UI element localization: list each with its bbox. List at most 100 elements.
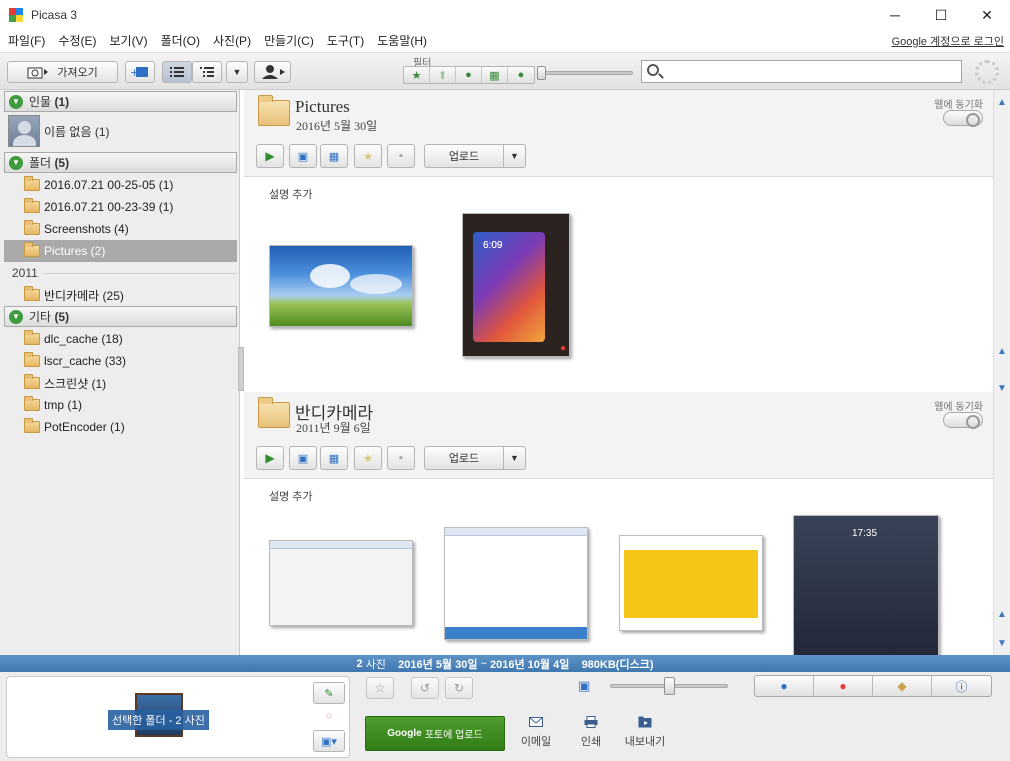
screenshot-thumbnail-yellow[interactable] xyxy=(619,535,763,631)
folder-item[interactable]: tmp (1) xyxy=(4,394,237,416)
export-button[interactable]: 내보내기 xyxy=(622,716,668,750)
screenshot-thumbnail-phone[interactable]: 17:35 xyxy=(793,515,939,655)
upload-dropdown[interactable]: ▼ xyxy=(503,144,526,168)
google-login-link[interactable]: Google 계정으로 로그인 xyxy=(892,33,1004,49)
menu-picture[interactable]: 사진(P) xyxy=(213,32,251,49)
folder-item[interactable]: 2016.07.21 00-25-05 (1) xyxy=(4,174,237,196)
rotate-right-button[interactable]: ↻ xyxy=(445,677,473,699)
folder-item[interactable]: dlc_cache (18) xyxy=(4,328,237,350)
close-button[interactable]: ✕ xyxy=(964,0,1010,30)
collage-button[interactable]: ▦ xyxy=(320,446,348,470)
share-button[interactable] xyxy=(254,61,291,83)
add-description[interactable]: 설명 추가 xyxy=(269,488,313,504)
photo-thumbnail-phone[interactable]: 6:09 ● xyxy=(462,213,570,357)
starred-filter-button[interactable]: ★ xyxy=(404,67,430,83)
library-view-button[interactable] xyxy=(162,61,192,83)
upload-dropdown[interactable]: ▼ xyxy=(503,446,526,470)
import-button[interactable]: 가져오기 xyxy=(7,61,118,83)
scroll-top-arrow-icon[interactable]: ▲ xyxy=(994,94,1010,110)
date-filter-slider[interactable] xyxy=(541,71,633,75)
uploaded-filter-button[interactable]: ⬆ xyxy=(430,67,456,83)
menu-view[interactable]: 보기(V) xyxy=(109,32,147,49)
folder-item[interactable]: 스크린샷 (1) xyxy=(4,372,237,394)
save-button[interactable]: ▪ xyxy=(387,144,415,168)
print-button[interactable]: 인쇄 xyxy=(568,716,614,750)
faces-filter-button[interactable]: ● xyxy=(456,67,482,83)
folder-item-selected[interactable]: Pictures (2) xyxy=(4,240,237,262)
save-button[interactable]: ▪ xyxy=(387,446,415,470)
phone-time-label: 6:09 xyxy=(483,240,503,251)
maximize-button[interactable]: ☐ xyxy=(918,0,964,30)
screenshot-thumbnail-img-to-iso[interactable] xyxy=(269,540,413,626)
add-to-album-tray-button[interactable]: ▣▾ xyxy=(313,730,345,752)
slideshow-button[interactable]: ▶ xyxy=(256,144,284,168)
folder-label: 스크린샷 (1) xyxy=(44,376,107,391)
folders-section-header[interactable]: ▼ 폴더 (5) xyxy=(4,152,237,173)
clear-button[interactable]: ○ xyxy=(313,705,345,727)
menu-file[interactable]: 파일(F) xyxy=(8,32,45,49)
slideshow-button[interactable]: ▶ xyxy=(256,446,284,470)
camera-icon xyxy=(27,67,49,79)
scroll-up-arrow-icon[interactable]: ▲ xyxy=(994,606,1010,622)
folder-item[interactable]: lscr_cache (33) xyxy=(4,350,237,372)
hold-button[interactable]: ✎ xyxy=(313,682,345,704)
view-options-dropdown[interactable]: ▼ xyxy=(226,61,248,83)
folder-item[interactable]: PotEncoder (1) xyxy=(4,416,237,438)
google-photos-upload-button[interactable]: Google 포토에 업로드 xyxy=(365,716,505,751)
rotate-right-icon: ↻ xyxy=(453,681,465,695)
thumbnail-size-slider-handle[interactable] xyxy=(664,677,675,695)
people-section-header[interactable]: ▼ 인물 (1) xyxy=(4,91,237,112)
add-to-album-button[interactable]: + xyxy=(125,61,155,83)
minimize-button[interactable]: ─ xyxy=(872,0,918,30)
tree-view-button[interactable] xyxy=(192,61,222,83)
yellow-banner-image xyxy=(624,550,758,618)
video-filter-button[interactable]: ▦ xyxy=(482,67,508,83)
menu-tools[interactable]: 도구(T) xyxy=(327,32,364,49)
status-photo-count: 2 xyxy=(356,657,363,670)
menu-edit[interactable]: 수정(E) xyxy=(58,32,96,49)
date-filter-slider-handle[interactable] xyxy=(537,66,546,80)
menu-create[interactable]: 만들기(C) xyxy=(264,32,314,49)
other-section-header[interactable]: ▼ 기타 (5) xyxy=(4,306,237,327)
upload-button[interactable]: 업로드 xyxy=(424,446,504,470)
folder-label: 2016.07.21 00-25-05 (1) xyxy=(44,178,174,192)
photo-thumbnail-sky[interactable] xyxy=(269,245,413,327)
add-description[interactable]: 설명 추가 xyxy=(269,186,313,202)
people-button[interactable]: ● xyxy=(755,676,814,696)
tags-button[interactable]: ◆ xyxy=(873,676,932,696)
menu-folder[interactable]: 폴더(O) xyxy=(161,32,200,49)
star-icon: ★ xyxy=(363,452,373,465)
upload-button[interactable]: 업로드 xyxy=(424,144,504,168)
web-sync-toggle[interactable] xyxy=(943,110,983,127)
geotag-filter-button[interactable]: ● xyxy=(508,67,534,83)
email-button[interactable]: 이메일 xyxy=(513,716,559,750)
menu-help[interactable]: 도움말(H) xyxy=(377,32,427,49)
album-title[interactable]: Pictures xyxy=(295,97,350,117)
rotate-left-button[interactable]: ↺ xyxy=(411,677,439,699)
screenshot-thumbnail-eizo[interactable] xyxy=(444,527,588,640)
avatar xyxy=(8,115,40,147)
person-unnamed[interactable]: 이름 없음 (1) xyxy=(8,114,237,148)
star-button[interactable]: ★ xyxy=(354,446,382,470)
add-to-album-button[interactable]: ▣ xyxy=(289,144,317,168)
scroll-down-arrow-icon[interactable]: ▼ xyxy=(994,380,1010,396)
star-button[interactable]: ☆ xyxy=(366,677,394,699)
album-date: 2011년 9월 6일 xyxy=(296,421,371,435)
folder-item[interactable]: 반디카메라 (25) xyxy=(4,284,237,306)
add-to-album-button[interactable]: ▣ xyxy=(289,446,317,470)
star-button[interactable]: ★ xyxy=(354,144,382,168)
scroll-bottom-arrow-icon[interactable]: ▼ xyxy=(994,635,1010,651)
photo-tray-box: 선택한 폴더 - 2 사진 ✎ ○ ▣▾ xyxy=(6,676,350,758)
search-input[interactable] xyxy=(641,60,962,83)
folder-item[interactable]: 2016.07.21 00-23-39 (1) xyxy=(4,196,237,218)
main-scrollbar[interactable]: ▲ ▲ ▼ ▲ ▼ xyxy=(993,90,1010,655)
web-sync-toggle[interactable] xyxy=(943,412,983,429)
info-button[interactable]: ⓘ xyxy=(932,676,991,696)
image-add-icon: ▣ xyxy=(297,452,309,465)
scroll-up-arrow-icon[interactable]: ▲ xyxy=(994,343,1010,359)
toolbar: 가져오기 + ▼ 필터 ★ ⬆ ● ▦ ● xyxy=(0,52,1010,90)
collage-button[interactable]: ▦ xyxy=(320,144,348,168)
folder-item[interactable]: Screenshots (4) xyxy=(4,218,237,240)
places-button[interactable]: ● xyxy=(814,676,873,696)
image-add-icon: ▣ xyxy=(297,150,309,163)
